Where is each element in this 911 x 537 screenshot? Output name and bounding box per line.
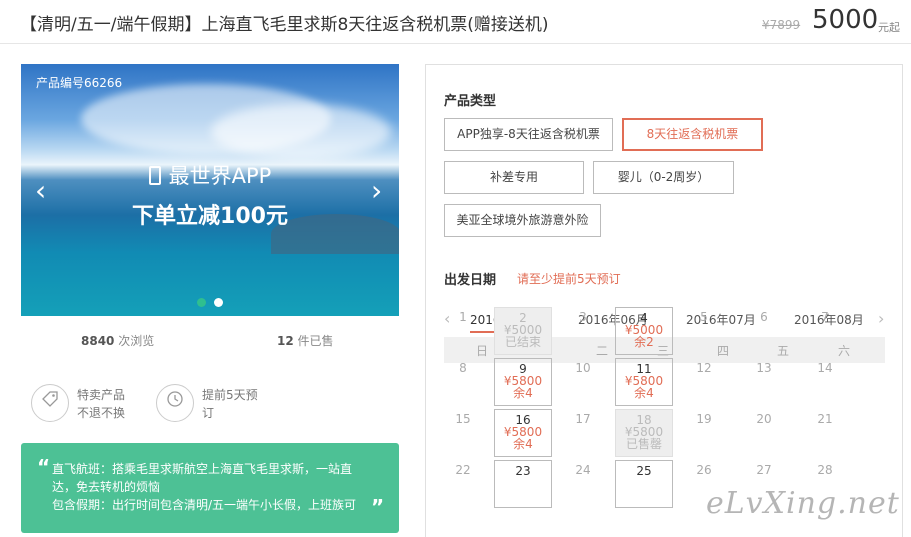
feature-text: 特卖产品 不退不换 (77, 386, 125, 422)
day-status: 已结束 (504, 335, 541, 349)
calendar-day: 19 (675, 409, 733, 457)
booking-panel: 产品类型 APP独享-8天往返含税机票 8天往返含税机票 补差专用 婴儿（0-2… (425, 64, 903, 537)
day-status: 余4 (513, 386, 533, 400)
calendar-day: 24 (554, 460, 612, 508)
banner-cloud (211, 104, 391, 159)
product-type-label: 产品类型 (444, 94, 497, 109)
calendar-day[interactable]: 4 ¥5000 余2 (615, 307, 673, 355)
day-status: 余2 (634, 335, 654, 349)
day-number: 22 (455, 463, 471, 477)
calendar-day: 2 ¥5000 已结束 (494, 307, 552, 355)
calendar-day: 12 (675, 358, 733, 406)
views-stat: 8840 次浏览 (81, 332, 154, 349)
calendar-day: 18 ¥5800 已售罄 (615, 409, 673, 457)
calendar-day: 8 (434, 358, 492, 406)
current-price: 5000 (812, 5, 879, 35)
feature-line: 提前5天预 (202, 388, 258, 402)
calendar-day: 22 (434, 460, 492, 508)
carousel-prev-icon[interactable]: ‹ (35, 174, 46, 207)
calendar-day: 3 (554, 307, 612, 355)
day-number: 25 (636, 464, 652, 478)
day-number: 13 (756, 361, 772, 375)
tag-icon (31, 384, 69, 422)
highlights-box: “ 直飞航班：搭乘毛里求斯航空上海直飞毛里求斯，一站直达，免去转机的烦恼 包含假… (21, 443, 399, 533)
sold-label: 件已售 (293, 334, 334, 348)
calendar-day[interactable]: 25 (615, 460, 673, 508)
day-number: 6 (760, 310, 768, 324)
product-banner[interactable]: 产品编号66266 最世界APP 下单立减100元 ‹ › (21, 64, 399, 316)
page-header: 【清明/五一/端午假期】上海直飞毛里求斯8天往返含税机票(赠接送机) ¥7899… (0, 0, 911, 44)
views-count: 8840 (81, 334, 115, 348)
day-number: 3 (579, 310, 587, 324)
calendar-day: 13 (735, 358, 793, 406)
day-number: 1 (459, 310, 467, 324)
day-number: 5 (700, 310, 708, 324)
phone-icon (148, 166, 161, 185)
calendar-day: 21 (796, 409, 854, 457)
banner-promo: 下单立减100元 (132, 204, 288, 229)
feature-line: 特卖产品 (77, 388, 126, 402)
day-number: 28 (817, 463, 833, 477)
day-number: 17 (575, 412, 591, 426)
day-number: 20 (756, 412, 772, 426)
option-price-difference[interactable]: 补差专用 (444, 161, 584, 194)
calendar-day: 5 (675, 307, 733, 355)
watermark: eLvXing.net (706, 486, 900, 521)
day-number: 26 (696, 463, 712, 477)
month-next-icon[interactable]: › (878, 309, 884, 328)
clock-icon (156, 384, 194, 422)
feature-line: 订 (202, 406, 215, 420)
calendar-day: 10 (554, 358, 612, 406)
quote-close-icon: ” (371, 495, 385, 519)
option-app-ticket[interactable]: APP独享-8天往返含税机票 (444, 118, 613, 151)
option-round-trip-ticket[interactable]: 8天往返含税机票 (622, 118, 763, 151)
carousel-dot-active[interactable] (197, 298, 206, 307)
feature-line: 不退不换 (77, 406, 126, 420)
day-number: 8 (459, 361, 467, 375)
calendar-day: 14 (796, 358, 854, 406)
day-number: 12 (696, 361, 712, 375)
quote-open-icon: “ (37, 455, 51, 479)
carousel-dot[interactable] (214, 298, 223, 307)
views-label: 次浏览 (114, 334, 155, 348)
option-infant[interactable]: 婴儿（0-2周岁） (593, 161, 734, 194)
day-number: 14 (817, 361, 833, 375)
day-status: 余4 (513, 437, 533, 451)
calendar-day[interactable]: 23 (494, 460, 552, 508)
day-number: 7 (821, 310, 829, 324)
sold-stat: 12 件已售 (277, 332, 334, 349)
product-code: 产品编号66266 (36, 76, 123, 90)
calendar-day: 6 (735, 307, 793, 355)
day-number: 21 (817, 412, 833, 426)
calendar-day[interactable]: 11 ¥5800 余4 (615, 358, 673, 406)
day-number: 27 (756, 463, 772, 477)
calendar-day: 17 (554, 409, 612, 457)
page-title: 【清明/五一/端午假期】上海直飞毛里求斯8天往返含税机票(赠接送机) (20, 15, 549, 35)
day-number: 10 (575, 361, 591, 375)
highlight-line: 直飞航班：搭乘毛里求斯航空上海直飞毛里求斯，一站直达，免去转机的烦恼 (52, 462, 353, 494)
day-number: 23 (515, 464, 531, 478)
departure-label: 出发日期 (444, 273, 497, 288)
original-price: ¥7899 (762, 18, 801, 32)
day-status: 余4 (634, 386, 654, 400)
calendar-day: 20 (735, 409, 793, 457)
calendar-day: 1 (434, 307, 492, 355)
day-status: 已售罄 (625, 437, 662, 451)
calendar-day: 15 (434, 409, 492, 457)
sold-count: 12 (277, 334, 294, 348)
calendar-day: 7 (796, 307, 854, 355)
day-number: 15 (455, 412, 471, 426)
departure-hint: 请至少提前5天预订 (517, 272, 621, 286)
calendar-day[interactable]: 9 ¥5800 余4 (494, 358, 552, 406)
price-unit: 元起 (878, 21, 900, 34)
banner-app-line: 最世界APP (21, 160, 399, 190)
day-number: 24 (575, 463, 591, 477)
day-number: 19 (696, 412, 712, 426)
highlight-line: 包含假期：出行时间包含清明/五一端午小长假，上班族可 (52, 498, 357, 512)
feature-text: 提前5天预订 (202, 386, 258, 422)
banner-app-text: 最世界APP (168, 164, 272, 188)
calendar-day[interactable]: 16 ¥5800 余4 (494, 409, 552, 457)
carousel-next-icon[interactable]: › (371, 174, 382, 207)
option-travel-insurance[interactable]: 美亚全球境外旅游意外险 (444, 204, 601, 237)
